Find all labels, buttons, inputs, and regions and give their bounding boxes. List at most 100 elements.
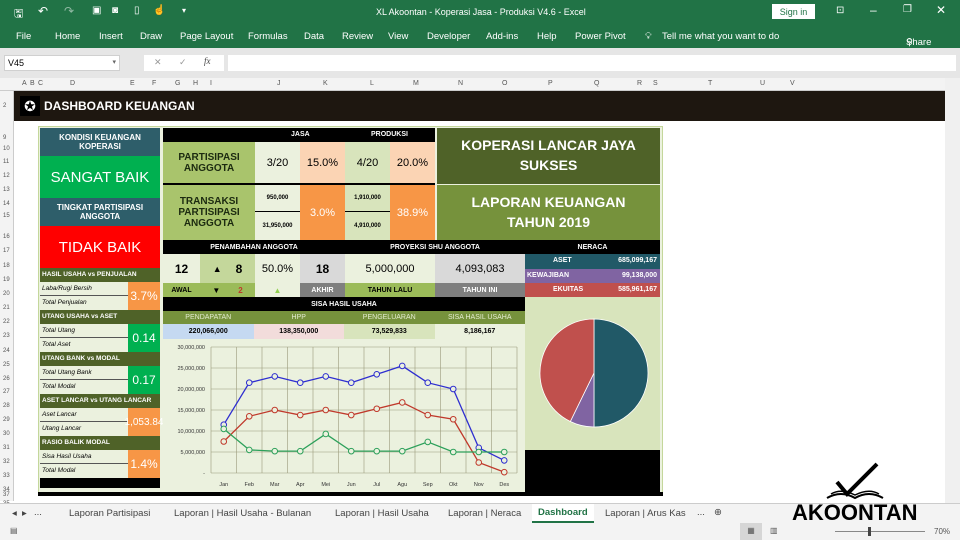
tell-me-input[interactable]: Tell me what you want to do (662, 31, 779, 42)
new-file-icon[interactable]: ▯ (134, 5, 140, 16)
cancel-icon[interactable]: ✕ (154, 57, 162, 68)
sheet-tab-neraca[interactable]: Laporan | Neraca (448, 508, 521, 519)
tab-view[interactable]: View (388, 31, 408, 42)
macro-record-icon[interactable]: ▤ (10, 526, 18, 535)
sign-in-button[interactable]: Sign in (772, 4, 815, 19)
row-header-23[interactable]: 23 (3, 333, 10, 339)
print-preview-icon[interactable]: ▣ (92, 5, 101, 16)
row-header-28[interactable]: 28 (3, 403, 10, 409)
redo-icon[interactable]: ↷ (64, 4, 74, 18)
column-header-i[interactable]: I (210, 80, 212, 87)
row-header-30[interactable]: 30 (3, 431, 10, 437)
sheet-tab-dashboard[interactable]: Dashboard (532, 504, 594, 523)
tab-help[interactable]: Help (537, 31, 557, 42)
insert-function-icon[interactable]: fx (204, 56, 211, 66)
row-header-25[interactable]: 25 (3, 362, 10, 368)
sheet-tab-hasil-usaha[interactable]: Laporan | Hasil Usaha (335, 508, 429, 519)
tab-developer[interactable]: Developer (427, 31, 470, 42)
tab-page-layout[interactable]: Page Layout (180, 31, 233, 42)
more-sheets-right[interactable]: ... (697, 507, 705, 518)
column-header-b[interactable]: B (30, 80, 35, 87)
minimize-icon[interactable]: – (870, 3, 877, 17)
column-header-v[interactable]: V (790, 80, 795, 87)
column-header-a[interactable]: A (22, 80, 27, 87)
add-sheet-icon[interactable]: ⊕ (714, 507, 722, 518)
column-header-j[interactable]: J (277, 80, 281, 87)
column-header-p[interactable]: P (548, 80, 553, 87)
touch-mode-icon[interactable]: ☝ (153, 5, 165, 16)
row-header-13[interactable]: 13 (3, 187, 10, 193)
column-header-d[interactable]: D (70, 80, 75, 87)
vertical-scrollbar[interactable] (945, 78, 960, 503)
row-header-18[interactable]: 18 (3, 263, 10, 269)
tab-file[interactable]: File (16, 31, 31, 42)
column-header-t[interactable]: T (708, 80, 712, 87)
column-header-r[interactable]: R (637, 80, 642, 87)
undo-icon[interactable]: ↶ (38, 4, 48, 18)
row-header-26[interactable]: 26 (3, 376, 10, 382)
tab-draw[interactable]: Draw (140, 31, 162, 42)
row-header-14[interactable]: 14 (3, 201, 10, 207)
tab-insert[interactable]: Insert (99, 31, 123, 42)
data-point (347, 379, 355, 387)
column-header-o[interactable]: O (502, 80, 507, 87)
sheet-tab-hasil-usaha-bulanan[interactable]: Laporan | Hasil Usaha - Bulanan (174, 508, 311, 519)
restore-icon[interactable]: ❐ (903, 4, 912, 15)
row-header-19[interactable]: 19 (3, 277, 10, 283)
row-header-9[interactable]: 9 (3, 135, 6, 141)
row-header-24[interactable]: 24 (3, 348, 10, 354)
column-header-s[interactable]: S (653, 80, 658, 87)
name-box[interactable]: V45 ▾ (4, 55, 120, 71)
column-header-g[interactable]: G (175, 80, 180, 87)
column-header-e[interactable]: E (130, 80, 135, 87)
column-header-h[interactable]: H (193, 80, 198, 87)
zoom-slider-thumb[interactable] (868, 527, 871, 536)
tab-power-pivot[interactable]: Power Pivot (575, 31, 626, 42)
outlook-icon[interactable]: ◙ (112, 5, 118, 16)
tab-home[interactable]: Home (55, 31, 80, 42)
row-header-29[interactable]: 29 (3, 417, 10, 423)
column-header-n[interactable]: N (458, 80, 463, 87)
zoom-level[interactable]: 70% (934, 527, 950, 536)
column-header-c[interactable]: C (38, 80, 43, 87)
row-header-10[interactable]: 10 (3, 146, 10, 152)
normal-view-icon[interactable]: ▦ (740, 523, 762, 540)
row-header-32[interactable]: 32 (3, 459, 10, 465)
sheet-tab-laporan-partisipasi[interactable]: Laporan Partisipasi (69, 508, 150, 519)
row-header-17[interactable]: 17 (3, 248, 10, 254)
row-header-33[interactable]: 33 (3, 473, 10, 479)
column-header-m[interactable]: M (413, 80, 419, 87)
row-header-22[interactable]: 22 (3, 319, 10, 325)
row-header-31[interactable]: 31 (3, 445, 10, 451)
zoom-slider[interactable] (835, 531, 925, 532)
column-header-f[interactable]: F (152, 80, 156, 87)
page-layout-view-icon[interactable]: ▥ (770, 526, 778, 535)
more-sheets-left[interactable]: ... (34, 507, 42, 518)
row-header-12[interactable]: 12 (3, 173, 10, 179)
column-header-l[interactable]: L (370, 80, 374, 87)
customize-qat-icon[interactable]: ▾ (182, 6, 186, 15)
scroll-right-icon[interactable]: ▸ (22, 508, 27, 519)
row-header-37[interactable]: 37 (3, 492, 10, 498)
tab-data[interactable]: Data (304, 31, 324, 42)
column-header-q[interactable]: Q (594, 80, 599, 87)
row-header-20[interactable]: 20 (3, 291, 10, 297)
column-header-u[interactable]: U (760, 80, 765, 87)
row-header-27[interactable]: 27 (3, 389, 10, 395)
enter-icon[interactable]: ✓ (179, 57, 187, 68)
close-icon[interactable]: ✕ (936, 3, 946, 17)
row-header-15[interactable]: 15 (3, 213, 10, 219)
save-icon[interactable]: 🖫 (14, 5, 23, 24)
row-header-2[interactable]: 2 (3, 103, 6, 109)
tab-add-ins[interactable]: Add-ins (486, 31, 518, 42)
row-header-21[interactable]: 21 (3, 305, 10, 311)
row-header-16[interactable]: 16 (3, 234, 10, 240)
column-header-k[interactable]: K (323, 80, 328, 87)
tab-review[interactable]: Review (342, 31, 373, 42)
sheet-tab-arus-kas[interactable]: Laporan | Arus Kas (605, 508, 686, 519)
formula-input[interactable] (228, 55, 956, 71)
tab-formulas[interactable]: Formulas (248, 31, 288, 42)
scroll-left-icon[interactable]: ◂ (12, 508, 17, 519)
row-header-11[interactable]: 11 (3, 159, 9, 165)
ribbon-display-icon[interactable]: ⊡ (836, 5, 844, 16)
